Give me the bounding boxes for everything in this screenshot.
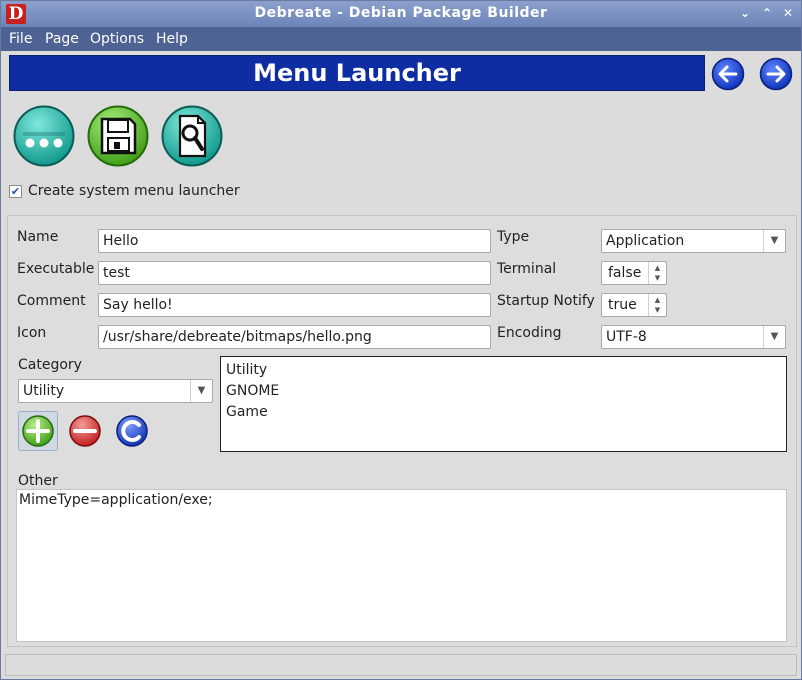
list-item[interactable]: GNOME [226,383,279,399]
save-button[interactable] [87,105,149,167]
executable-label: Executable [17,261,95,277]
terminal-select[interactable]: false ▲ ▼ [601,261,667,285]
encoding-label: Encoding [497,325,562,341]
chevron-up-icon[interactable]: ⌃ [759,5,775,21]
menu-help[interactable]: Help [156,31,188,47]
add-category-button[interactable] [18,411,58,451]
arrow-left-icon [711,57,745,91]
chevron-down-icon: ▼ [763,326,785,348]
category-list[interactable]: Utility GNOME Game [220,356,787,452]
menu-page[interactable]: Page [45,31,79,47]
save-icon [87,105,149,167]
page-title: Menu Launcher [9,55,705,91]
comment-label: Comment [17,293,86,309]
chevron-down-icon: ▼ [190,380,212,402]
terminal-value: false [608,265,642,281]
plus-icon [22,415,54,447]
arrow-right-icon [759,57,793,91]
menu-options[interactable]: Options [90,31,144,47]
preview-button[interactable] [161,105,223,167]
chevron-down-icon: ▼ [763,230,785,252]
icon-label: Icon [17,325,47,341]
category-label: Category [18,357,82,373]
create-launcher-label: Create system menu launcher [28,183,240,199]
updown-icon: ▲ ▼ [648,294,666,316]
menu-bar: File Page Options Help [1,27,801,51]
encoding-select-value: UTF-8 [606,329,647,345]
icon-path-field[interactable]: /usr/share/debreate/bitmaps/hello.png [98,325,491,349]
other-label: Other [18,473,58,489]
encoding-select[interactable]: UTF-8 ▼ [601,325,786,349]
list-item[interactable]: Game [226,404,268,420]
clear-categories-button[interactable] [112,411,152,451]
create-launcher-checkbox[interactable]: ✔ [9,185,22,198]
startup-notify-value: true [608,297,637,313]
window-title: Debreate - Debian Package Builder [254,5,548,21]
type-select-value: Application [606,233,685,249]
updown-icon: ▲ ▼ [648,262,666,284]
startup-notify-select[interactable]: true ▲ ▼ [601,293,667,317]
close-icon[interactable]: ✕ [780,5,796,21]
title-bar: D Debreate - Debian Package Builder ⌄ ⌃ … [1,1,801,27]
category-select[interactable]: Utility ▼ [18,379,213,403]
other-text: MimeType=application/exe; [19,492,213,508]
forward-button[interactable] [759,57,793,91]
category-select-value: Utility [23,383,65,399]
executable-field[interactable]: test [98,261,491,285]
refresh-icon [116,415,148,447]
remove-category-button[interactable] [65,411,105,451]
list-item[interactable]: Utility [226,362,267,378]
name-label: Name [17,229,59,245]
name-field[interactable]: Hello [98,229,491,253]
minus-icon [69,415,101,447]
menu-file[interactable]: File [9,31,32,47]
main-window: D Debreate - Debian Package Builder ⌄ ⌃ … [0,0,802,680]
startup-notify-label: Startup Notify [497,293,595,309]
other-textarea[interactable]: MimeType=application/exe; [16,489,787,642]
terminal-label: Terminal [497,261,557,277]
comment-field[interactable]: Say hello! [98,293,491,317]
chevron-down-icon[interactable]: ⌄ [737,5,753,21]
preview-icon [161,105,223,167]
back-button[interactable] [711,57,745,91]
more-options-icon [13,105,75,167]
more-options-button[interactable] [13,105,75,167]
status-bar [5,654,797,676]
type-label: Type [497,229,530,245]
type-select[interactable]: Application ▼ [601,229,786,253]
